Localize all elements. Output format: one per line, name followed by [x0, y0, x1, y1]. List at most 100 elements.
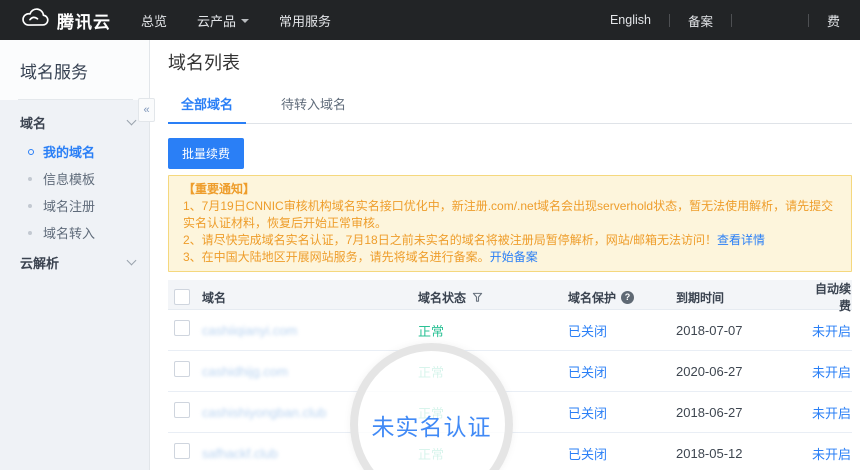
sidebar-section-dns-label: 云解析 — [20, 253, 128, 272]
bullet-icon — [28, 149, 34, 155]
nav-item-overview-label: 总览 — [141, 11, 167, 30]
header-domain-protection-label: 域名保护 — [568, 289, 616, 306]
account-area-blank — [750, 13, 790, 27]
domain-protection-link[interactable]: 已关闭 — [568, 321, 676, 340]
sidebar: 域名服务 « 域名 我的域名 信息模板 域名注册 — [0, 40, 150, 470]
cloud-logo-icon — [20, 8, 57, 33]
nav-item-common-services-label: 常用服务 — [279, 11, 331, 30]
notice-line-2: 2、请尽快完成域名实名认证，7月18日之前未实名的域名将被注册局暂停解析，网站/… — [183, 232, 837, 249]
chevron-down-icon — [127, 255, 137, 265]
navbar-right: English 备案 费 — [610, 11, 840, 30]
sidebar-section-domain-label: 域名 — [20, 113, 128, 132]
help-question-icon[interactable]: ? — [621, 291, 634, 304]
row-checkbox-cell — [168, 361, 202, 382]
page-title: 域名列表 — [168, 50, 852, 76]
auto-renew-link[interactable]: 未开启 — [808, 321, 852, 340]
notice-line-2-text: 2、请尽快完成域名实名认证，7月18日之前未实名的域名将被注册局暂停解析，网站/… — [183, 233, 717, 247]
nav-item-icp-filing[interactable]: 备案 — [688, 11, 713, 30]
notice-line-3: 3、在中国大陆地区开展网站服务，请先将域名进行备案。开始备案 — [183, 249, 837, 266]
sidebar-item-info-templates-label: 信息模板 — [43, 169, 95, 188]
bullet-icon — [28, 231, 32, 235]
tab-all-domains[interactable]: 全部域名 — [168, 94, 246, 123]
sidebar-section-dns[interactable]: 云解析 — [0, 246, 149, 278]
sidebar-item-domain-transfer-in-label: 域名转入 — [43, 223, 95, 242]
header-expire-time: 到期时间 — [676, 289, 808, 306]
collapse-left-icon: « — [143, 104, 149, 116]
logo-text: 腾讯云 — [57, 8, 111, 33]
domain-protection-link[interactable]: 已关闭 — [568, 403, 676, 422]
view-details-link[interactable]: 查看详情 — [717, 233, 765, 247]
not-verified-watermark-text: 未实名认证 — [372, 408, 492, 442]
notice-title: 【重要通知】 — [183, 181, 837, 198]
auto-renew-link[interactable]: 未开启 — [808, 444, 852, 463]
header-auto-renew-label: 自动续费 — [815, 282, 851, 313]
nav-item-partial[interactable]: 费 — [827, 11, 840, 30]
domain-status: 正常 — [418, 321, 568, 340]
notice-line-1: 1、7月19日CNNIC审核机构域名实名接口优化中，新注册.com/.net域名… — [183, 198, 837, 232]
chevron-down-icon — [127, 115, 137, 125]
auto-renew-link[interactable]: 未开启 — [808, 362, 852, 381]
row-checkbox[interactable] — [174, 443, 190, 459]
bullet-icon — [28, 177, 32, 181]
header-domain-status: 域名状态 — [418, 289, 568, 306]
divider — [731, 14, 732, 27]
nav-item-overview[interactable]: 总览 — [141, 11, 167, 30]
nav-item-cloud-products[interactable]: 云产品 — [197, 11, 249, 30]
row-checkbox[interactable] — [174, 402, 190, 418]
filter-funnel-icon[interactable] — [472, 292, 483, 303]
header-checkbox-cell — [168, 289, 202, 305]
notice-banner: 【重要通知】 1、7月19日CNNIC审核机构域名实名接口优化中，新注册.com… — [168, 175, 852, 272]
auto-renew-link[interactable]: 未开启 — [808, 403, 852, 422]
domain-protection-link[interactable]: 已关闭 — [568, 362, 676, 381]
expire-date: 2018-06-27 — [676, 405, 808, 420]
table-row: cashidhijg.com 正常 已关闭 2020-06-27 未开启 — [168, 351, 852, 392]
table-header-row: 域名 域名状态 域名保护 ? 到期时间 自动续费 — [168, 280, 852, 310]
bullet-icon — [28, 204, 32, 208]
domain-protection-link[interactable]: 已关闭 — [568, 444, 676, 463]
start-filing-link[interactable]: 开始备案 — [490, 250, 538, 264]
header-domain: 域名 — [202, 289, 418, 306]
nav-item-common-services[interactable]: 常用服务 — [279, 11, 331, 30]
nav-item-english-label: English — [610, 13, 651, 27]
domain-name[interactable]: cashiiqianyi.com — [202, 323, 418, 338]
row-checkbox-cell — [168, 443, 202, 464]
tabs: 全部域名 待转入域名 — [168, 94, 852, 124]
sidebar-item-domain-register-label: 域名注册 — [43, 196, 95, 215]
row-checkbox-cell — [168, 402, 202, 423]
nav-item-cloud-products-label: 云产品 — [197, 11, 236, 30]
notice-line-1-text: 1、7月19日CNNIC审核机构域名实名接口优化中，新注册.com/.net域名… — [183, 199, 833, 230]
tencent-cloud-console: 腾讯云 总览 云产品 常用服务 English 备案 费 域名 — [0, 0, 860, 470]
nav-item-english[interactable]: English — [610, 13, 651, 27]
row-checkbox-cell — [168, 320, 202, 341]
sidebar-header: 域名服务 — [0, 40, 149, 100]
sidebar-item-my-domains-label: 我的域名 — [43, 142, 95, 161]
row-checkbox[interactable] — [174, 320, 190, 336]
row-checkbox[interactable] — [174, 361, 190, 377]
sidebar-title: 域名服务 — [20, 58, 149, 83]
tencent-cloud-logo[interactable]: 腾讯云 — [20, 8, 111, 33]
notice-line-3-text: 3、在中国大陆地区开展网站服务，请先将域名进行备案。 — [183, 250, 490, 264]
top-navbar: 腾讯云 总览 云产品 常用服务 English 备案 费 — [0, 0, 860, 40]
tab-all-domains-label: 全部域名 — [181, 97, 233, 112]
header-domain-protection: 域名保护 ? — [568, 289, 676, 306]
tab-pending-transfer-in-label: 待转入域名 — [281, 97, 346, 112]
nav-item-icp-filing-label: 备案 — [688, 11, 713, 30]
sidebar-menu: 域名 我的域名 信息模板 域名注册 域名转入 云解析 — [0, 100, 149, 470]
sidebar-collapse-button[interactable]: « — [138, 98, 155, 122]
select-all-checkbox[interactable] — [174, 289, 190, 305]
sidebar-item-domain-register[interactable]: 域名注册 — [0, 192, 149, 219]
batch-renew-button[interactable]: 批量续费 — [168, 138, 244, 169]
chevron-down-icon — [241, 19, 249, 23]
sidebar-item-domain-transfer-in[interactable]: 域名转入 — [0, 219, 149, 246]
expire-date: 2018-05-12 — [676, 446, 808, 461]
expire-date: 2018-07-07 — [676, 323, 808, 338]
divider — [669, 14, 670, 27]
sidebar-item-info-templates[interactable]: 信息模板 — [0, 165, 149, 192]
tab-pending-transfer-in[interactable]: 待转入域名 — [268, 94, 359, 123]
sidebar-item-my-domains[interactable]: 我的域名 — [0, 138, 149, 165]
table-row: cashiiqianyi.com 正常 已关闭 2018-07-07 未开启 — [168, 310, 852, 351]
header-auto-renew: 自动续费 — [808, 280, 852, 314]
divider — [808, 14, 809, 27]
header-domain-status-label: 域名状态 — [418, 289, 466, 306]
sidebar-section-domain[interactable]: 域名 — [0, 106, 149, 138]
